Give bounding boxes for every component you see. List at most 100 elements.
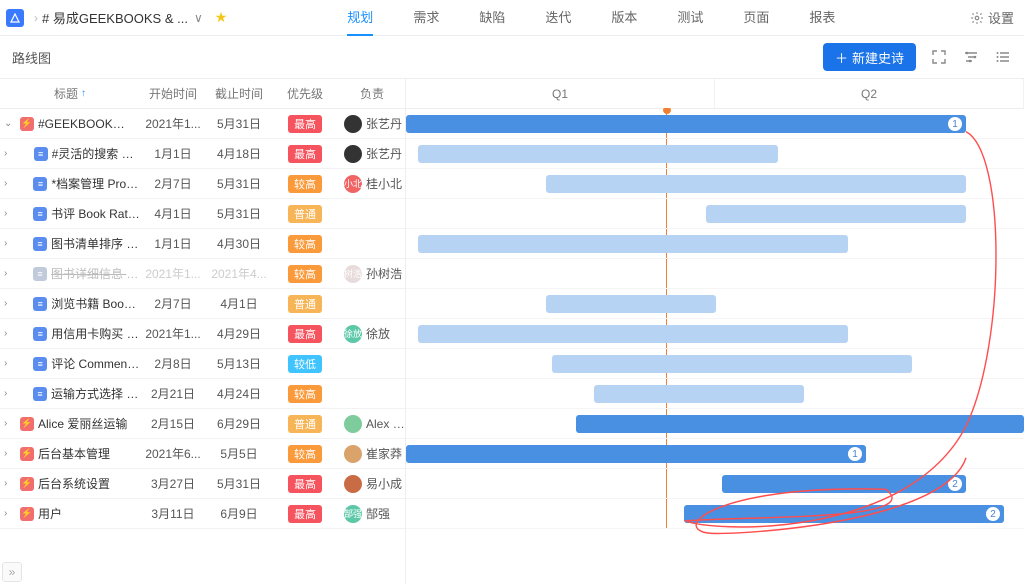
settings-label: 设置: [988, 8, 1014, 27]
timeline-panel: Q1Q2 1122: [406, 79, 1024, 584]
collapse-panel-button[interactable]: »: [2, 562, 22, 582]
cell-assignee: 易小成: [338, 475, 406, 493]
cell-end: 5月31日: [206, 205, 272, 222]
table-row[interactable]: ›≡*档案管理 Profi...2月7日5月31日较高小北桂小北: [0, 169, 405, 199]
tab-0[interactable]: 规划: [347, 0, 373, 36]
cell-start: 2021年1...: [140, 265, 206, 282]
chevron-right-icon[interactable]: ›: [4, 238, 15, 249]
issue-title: Alice 爱丽丝运输: [38, 415, 127, 432]
gantt-bar[interactable]: [418, 235, 848, 253]
cell-assignee: 崔家莽: [338, 445, 406, 463]
chevron-right-icon[interactable]: ›: [4, 178, 16, 189]
chevron-right-icon[interactable]: ›: [4, 148, 16, 159]
gantt-bar[interactable]: [706, 205, 966, 223]
gantt-bar[interactable]: 2: [684, 505, 1004, 523]
cell-end: 4月30日: [206, 235, 272, 252]
cell-end: 4月29日: [206, 325, 272, 342]
issue-title: 书评 Book Rating: [51, 205, 140, 222]
chevron-down-icon[interactable]: ∨: [194, 11, 203, 25]
table-row[interactable]: ›≡图书详细信息 B...2021年1...2021年4...较高树浩孙树浩: [0, 259, 405, 289]
gantt-bar[interactable]: [546, 175, 966, 193]
chevron-right-icon[interactable]: ›: [4, 448, 16, 459]
tab-4[interactable]: 版本: [611, 0, 637, 36]
issue-title: 用户: [38, 505, 62, 522]
nav-tabs: 规划 需求 缺陷 迭代 版本 测试 页面 报表: [347, 0, 835, 36]
cell-start: 2月21日: [140, 385, 206, 402]
epic-icon: ⚡: [20, 477, 34, 491]
chevron-right-icon[interactable]: ›: [4, 268, 15, 279]
gantt-bar[interactable]: [418, 325, 848, 343]
fullscreen-icon[interactable]: [930, 48, 948, 66]
chevron-right-icon[interactable]: ›: [4, 328, 16, 339]
table-row[interactable]: ›≡#灵活的搜索 Fl...1月1日4月18日最高张艺丹: [0, 139, 405, 169]
issue-title: #GEEKBOOKS 极...: [38, 115, 128, 132]
story-icon: ≡: [33, 267, 47, 281]
table-row[interactable]: ⌄⚡#GEEKBOOKS 极...2021年1...5月31日最高张艺丹: [0, 109, 405, 139]
settings-button[interactable]: 设置: [970, 8, 1014, 27]
chevron-right-icon[interactable]: ›: [4, 508, 16, 519]
cell-start: 2月15日: [140, 415, 206, 432]
timeline-row: [406, 259, 1024, 289]
assignee-name: 郜强: [366, 505, 390, 522]
table-row[interactable]: ›≡用信用卡购买 P...2021年1...4月29日最高徐放徐放: [0, 319, 405, 349]
col-end[interactable]: 截止时间: [206, 85, 272, 102]
bar-badge: 2: [986, 507, 1000, 521]
col-priority[interactable]: 优先级: [272, 85, 338, 102]
table-row[interactable]: ›⚡Alice 爱丽丝运输2月15日6月29日普通Alex Lo: [0, 409, 405, 439]
table-row[interactable]: ›≡书评 Book Rating4月1日5月31日普通: [0, 199, 405, 229]
table-row[interactable]: ›≡运输方式选择 S...2月21日4月24日较高: [0, 379, 405, 409]
new-epic-button[interactable]: ＋ 新建史诗: [823, 43, 916, 71]
tab-1[interactable]: 需求: [413, 0, 439, 36]
cell-priority: 较高: [272, 175, 338, 193]
gantt-bar[interactable]: 1: [406, 115, 966, 133]
gantt-bar[interactable]: [552, 355, 912, 373]
gantt-bar[interactable]: [418, 145, 778, 163]
table-row[interactable]: ›≡浏览书籍 Book ...2月7日4月1日普通: [0, 289, 405, 319]
chevron-down-icon[interactable]: ⌄: [4, 118, 16, 129]
roadmap-label: 路线图: [12, 48, 51, 67]
chevron-right-icon[interactable]: ›: [4, 388, 15, 399]
avatar: 树浩: [344, 265, 362, 283]
chevron-right-icon[interactable]: ›: [4, 358, 16, 369]
timeline-row: 2: [406, 469, 1024, 499]
tab-7[interactable]: 报表: [809, 0, 835, 36]
gantt-bar[interactable]: [576, 415, 1024, 433]
epic-icon: ⚡: [20, 117, 34, 131]
table-row[interactable]: ›≡图书清单排序 B...1月1日4月30日较高: [0, 229, 405, 259]
app-logo[interactable]: [6, 9, 24, 27]
tab-3[interactable]: 迭代: [545, 0, 571, 36]
gantt-bar[interactable]: [594, 385, 804, 403]
col-start[interactable]: 开始时间: [140, 85, 206, 102]
col-title[interactable]: 标题↑: [0, 85, 140, 102]
star-icon[interactable]: ★: [215, 9, 228, 26]
tab-6[interactable]: 页面: [743, 0, 769, 36]
topbar: › # 易成GEEKBOOKS & ... ∨ ★ 规划需求缺陷迭代版本测试页面…: [0, 0, 1024, 36]
tab-2[interactable]: 缺陷: [479, 0, 505, 36]
table-row[interactable]: ›⚡后台基本管理2021年6...5月5日较高崔家莽: [0, 439, 405, 469]
filter-icon[interactable]: [962, 48, 980, 66]
table-row[interactable]: ›⚡用户3月11日6月9日最高郜强郜强: [0, 499, 405, 529]
cell-start: 3月27日: [140, 475, 206, 492]
quarter-Q1: Q1: [406, 79, 715, 108]
epic-icon: ⚡: [20, 507, 34, 521]
avatar: 郜强: [344, 505, 362, 523]
table-row[interactable]: ›⚡后台系统设置3月27日5月31日最高易小成: [0, 469, 405, 499]
chevron-right-icon[interactable]: ›: [4, 208, 16, 219]
cell-assignee: 徐放徐放: [338, 325, 406, 343]
gantt-bar[interactable]: 1: [406, 445, 866, 463]
table-row[interactable]: ›≡评论 Commenti...2月8日5月13日较低: [0, 349, 405, 379]
breadcrumb-project[interactable]: # 易成GEEKBOOKS & ...: [42, 8, 188, 27]
list-view-icon[interactable]: [994, 48, 1012, 66]
gantt-bar[interactable]: 2: [722, 475, 966, 493]
chevron-right-icon[interactable]: ›: [4, 418, 16, 429]
col-assignee[interactable]: 负责: [338, 85, 406, 102]
assignee-name: 张艺丹: [366, 115, 402, 132]
issue-title: #灵活的搜索 Fl...: [52, 145, 140, 162]
tab-5[interactable]: 测试: [677, 0, 703, 36]
issue-title: 评论 Commenti...: [51, 355, 140, 372]
timeline-row: [406, 169, 1024, 199]
cell-priority: 较高: [272, 385, 338, 403]
chevron-right-icon[interactable]: ›: [4, 478, 16, 489]
chevron-right-icon[interactable]: ›: [4, 298, 16, 309]
gantt-bar[interactable]: [546, 295, 716, 313]
